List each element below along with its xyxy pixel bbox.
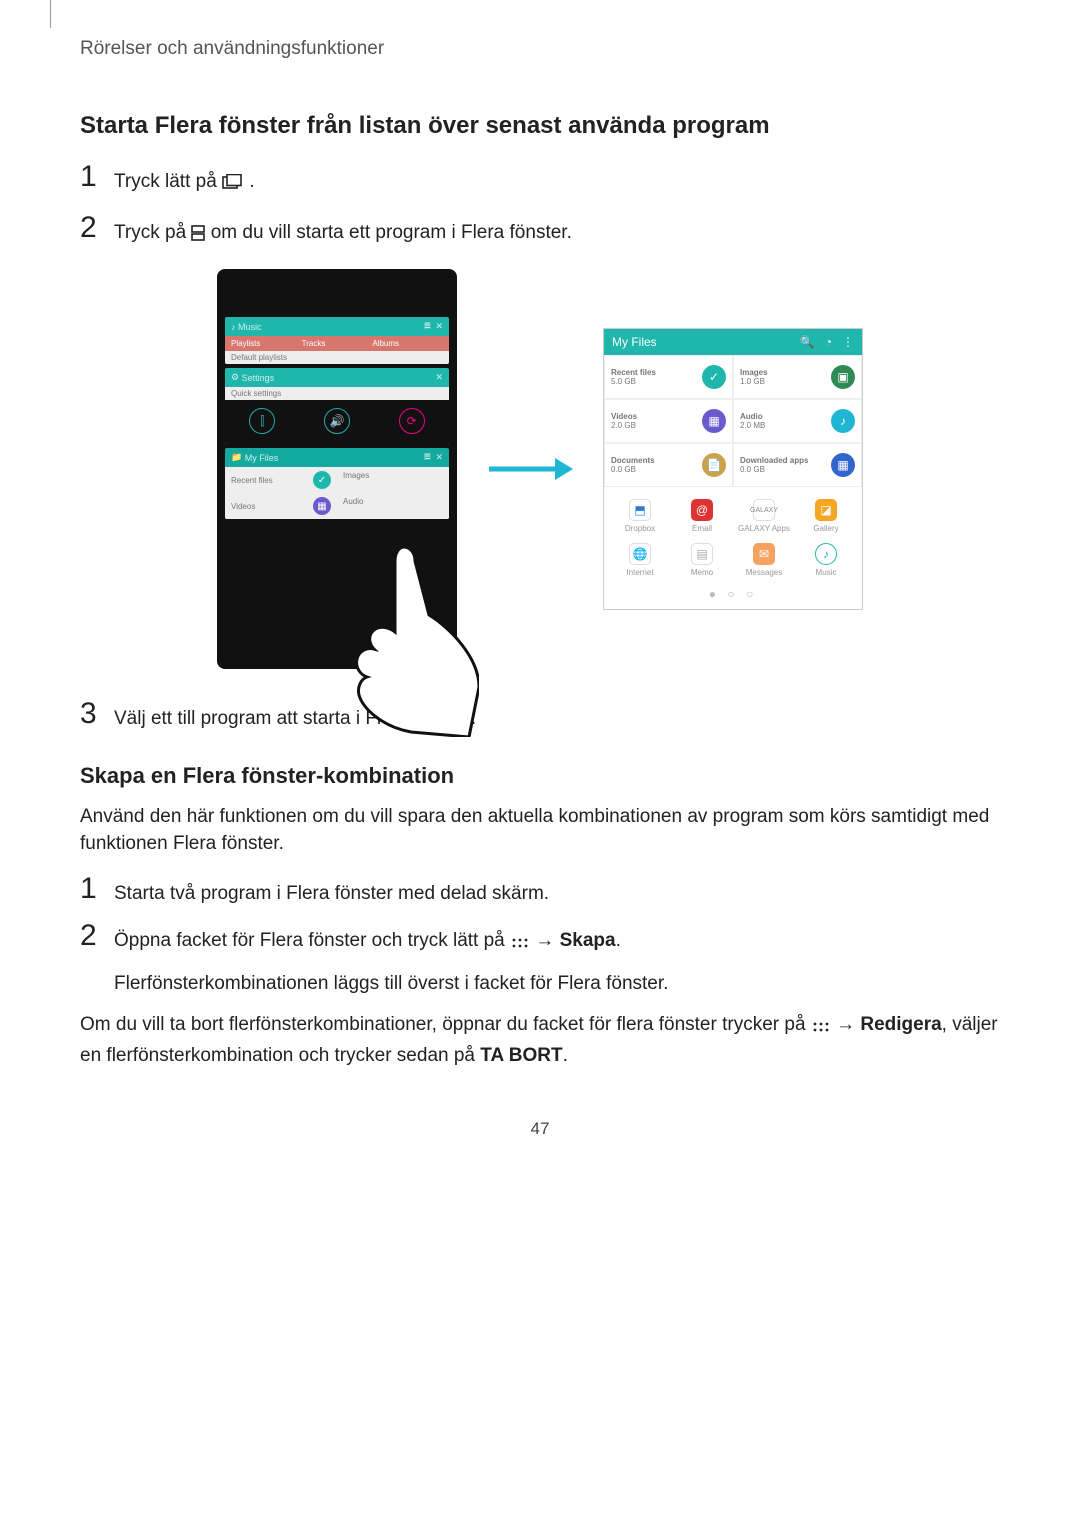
quick-settings-label: Quick settings [231,389,443,398]
s2-step2-line1-post: . [616,930,621,951]
close-icon: ✕ [435,372,443,383]
close-icon: ✕ [435,452,443,463]
phone-recents-mock: ♪ Music 𝄜 ✕ PlaylistsTracksAlbums Defaul… [217,269,457,669]
cell-audio: Audio [740,412,765,421]
step-2-text-pre: Tryck på [114,222,191,243]
step-1-text-post: . [249,171,254,192]
cell-downloaded: Downloaded apps [740,456,808,465]
video-icon: ▦ [702,409,726,433]
closing-para: Om du vill ta bort flerfönsterkombinatio… [80,1011,1000,1069]
s2-step2-line2: Flerfönsterkombinationen läggs till över… [114,970,668,998]
app-galaxy: GALAXY Apps [738,524,790,533]
instruction-figure: ♪ Music 𝄜 ✕ PlaylistsTracksAlbums Defaul… [80,269,1000,669]
closing-post: . [563,1045,568,1066]
s2-step-1-text: Starta två program i Flera fönster med d… [114,874,549,908]
app-music: Music [816,568,837,577]
step-number: 3 [80,699,114,729]
step-number: 2 [80,213,114,243]
app-gallery: Gallery [813,524,838,533]
rotate-icon: ⟳ [399,408,425,434]
cell-images: Images [740,368,768,377]
gear-icon: ⚙ [231,372,239,383]
tray-dots-icon [811,1014,831,1042]
myfiles-screen-mock: My Files 🔍 ◔ ⋮ Recent files5.0 GB✓ Image… [603,328,863,610]
cell-recent: Recent files [611,368,656,377]
step-number: 1 [80,874,114,904]
tray-dots-icon [510,930,530,958]
globe-icon: 🌐 [629,543,651,565]
multiwindow-split-icon: 𝄜 [424,321,430,332]
images-label: Images [337,467,449,493]
myfiles-title: My Files [612,335,657,349]
step-3: 3 Välj ett till program att starta i Fle… [80,699,1000,733]
section2-intro: Använd den här funktionen om du vill spa… [80,803,1000,858]
section-title-2: Skapa en Flera fönster-kombination [80,763,1000,789]
app-memo: Memo [691,568,713,577]
app-messages: Messages [746,568,782,577]
card-title-music: Music [238,322,262,332]
doc-icon: 📄 [702,453,726,477]
image-icon: ▣ [831,365,855,389]
more-icon: ⋮ [842,335,854,349]
recent-files-label: Recent files [231,476,273,485]
video-icon: ▦ [313,497,331,515]
multiwindow-split-icon [191,222,205,250]
memo-icon: ▤ [691,543,713,565]
step-number: 2 [80,921,114,951]
closing-pre: Om du vill ta bort flerfönsterkombinatio… [80,1014,811,1035]
edit-label: Redigera [860,1014,941,1035]
search-icon: 🔍 [800,335,815,349]
music-note-icon: ♪ [231,322,236,332]
s2-step-1: 1 Starta två program i Flera fönster med… [80,874,1000,908]
check-icon: ✓ [313,471,331,489]
email-icon: @ [691,499,713,521]
breadcrumb: Rörelser och användningsfunktioner [80,38,1000,60]
app-dropbox: Dropbox [625,524,655,533]
apps-icon: ▦ [831,453,855,477]
volume-icon: 🔊 [324,408,350,434]
card-title-myfiles: My Files [245,453,279,463]
step-2: 2 Tryck på om du vill starta ett program… [80,213,1000,250]
step-number: 1 [80,162,114,192]
arrow-right-icon [487,454,573,484]
galaxy-icon: GALAXY [753,499,775,521]
page-indicator-icon: ● ○ ○ [604,583,862,609]
step-1: 1 Tryck lätt på . [80,162,1000,199]
step-1-text-pre: Tryck lätt på [114,171,222,192]
section-title-1: Starta Flera fönster från listan över se… [80,112,1000,140]
app-internet: Internet [626,568,653,577]
pie-icon: ◔ [825,335,832,349]
cell-videos: Videos [611,412,637,421]
app-email: Email [692,524,712,533]
bars-icon: ⫿ [249,408,275,434]
create-label: Skapa [560,930,616,951]
s2-step-2: 2 Öppna facket för Flera fönster och try… [80,921,1000,997]
folder-icon: 📁 [231,452,242,463]
delete-label: TA BORT [480,1045,562,1066]
check-icon: ✓ [702,365,726,389]
music-icon: ♪ [815,543,837,565]
recent-apps-icon [222,171,244,199]
gallery-icon: ◪ [815,499,837,521]
s2-step2-line1-pre: Öppna facket för Flera fönster och tryck… [114,930,510,951]
cell-documents: Documents [611,456,655,465]
dropbox-icon: ⬒ [629,499,651,521]
step-3-text: Välj ett till program att starta i Flera… [114,699,476,733]
music-icon: ♪ [831,409,855,433]
multiwindow-split-icon: 𝄜 [424,452,430,463]
card-title-settings: Settings [242,373,275,383]
step-2-text-post: om du vill starta ett program i Flera fö… [211,222,572,243]
videos-label: Videos [231,502,255,511]
audio-label: Audio [337,493,449,519]
closing-arrow: → [836,1014,860,1035]
close-icon: ✕ [435,321,443,332]
arrow-text: → [535,930,559,951]
messages-icon: ✉ [753,543,775,565]
page-number: 47 [80,1119,1000,1139]
